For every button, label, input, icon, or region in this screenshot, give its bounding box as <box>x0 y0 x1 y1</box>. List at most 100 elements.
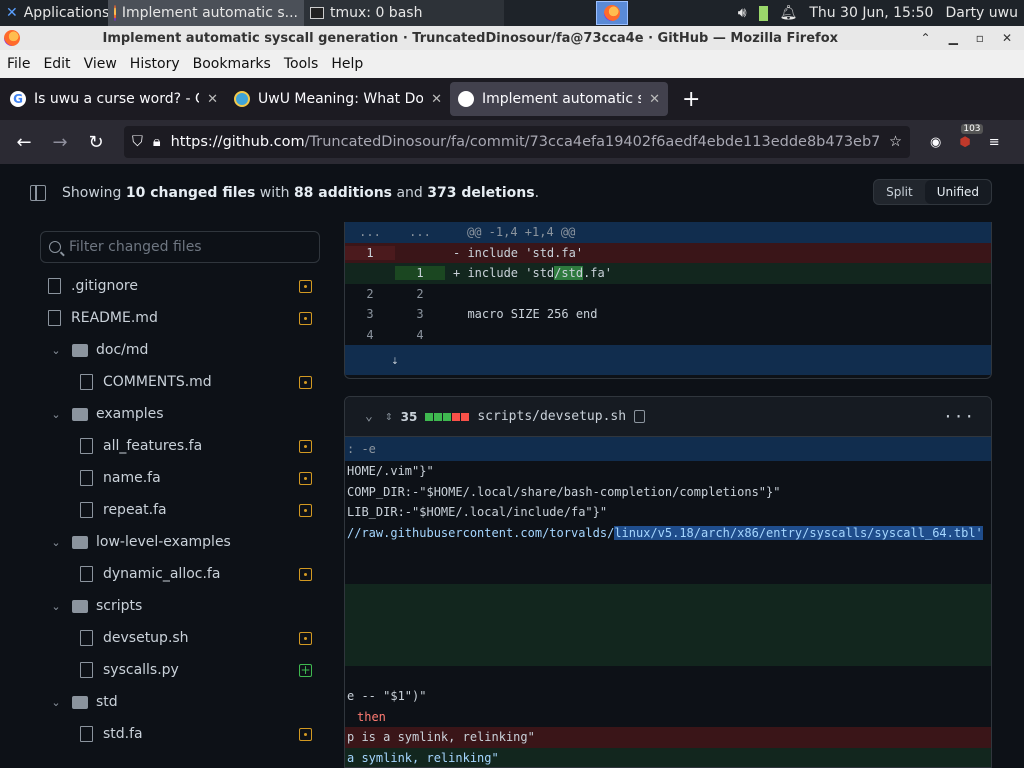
shade-window-icon[interactable]: ⌃ <box>921 31 931 45</box>
tree-file[interactable]: devsetup.sh <box>40 622 320 654</box>
copy-icon[interactable] <box>634 410 646 423</box>
forward-arrow-icon[interactable]: → <box>42 132 78 153</box>
new-line-number[interactable]: 4 <box>395 328 445 342</box>
tree-item-label: low-level-examples <box>96 534 231 550</box>
menu-file[interactable]: File <box>0 56 36 72</box>
bookmark-star-icon[interactable]: ☆ <box>889 134 902 150</box>
maximize-window-icon[interactable]: ▫ <box>976 31 984 45</box>
taskbar-window-firefox[interactable]: Implement automatic s... <box>108 0 304 26</box>
filter-placeholder: Filter changed files <box>69 239 202 255</box>
url-bar[interactable]: ⛉ 🔒︎ https://github.com/TruncatedDinosou… <box>124 126 910 158</box>
chevron-down-icon: ⌄ <box>51 343 61 357</box>
tab-label: Implement automatic sys <box>482 91 641 107</box>
split-view-button[interactable]: Split <box>874 180 925 204</box>
tree-folder[interactable]: ⌄ scripts <box>40 590 320 622</box>
tree-file[interactable]: std.fa <box>40 718 320 750</box>
chevron-down-icon[interactable]: ⌄ <box>365 409 373 424</box>
minimize-window-icon[interactable]: ▁ <box>949 31 958 45</box>
new-line-number[interactable]: 2 <box>395 287 445 301</box>
tab-uwu-meaning[interactable]: UwU Meaning: What Doe ✕ <box>226 82 450 116</box>
tab-uwu-curse-word[interactable]: G Is uwu a curse word? - Go ✕ <box>2 82 226 116</box>
hunk-header: ... ... @@ -1,4 +1,4 @@ <box>345 222 991 243</box>
applications-menu[interactable]: ✕ Applications <box>0 0 108 26</box>
menu-view[interactable]: View <box>77 56 123 72</box>
back-arrow-icon[interactable]: ← <box>6 132 42 153</box>
url-text[interactable]: https://github.com/TruncatedDinosour/fa/… <box>171 134 879 150</box>
modified-file-icon <box>299 311 312 325</box>
old-line-number[interactable]: 3 <box>345 307 395 321</box>
chevron-down-icon: ⌄ <box>51 407 61 421</box>
old-line-number[interactable]: 1 <box>345 245 395 260</box>
extension-badge-count: 103 <box>961 123 983 134</box>
tab-label: UwU Meaning: What Doe <box>258 91 424 107</box>
lock-icon[interactable]: 🔒︎ <box>153 134 161 150</box>
new-tab-button[interactable]: + <box>668 87 700 112</box>
diff-line-context: 4 4 <box>345 325 991 346</box>
tree-file[interactable]: COMMENTS.md <box>40 366 320 398</box>
close-tab-icon[interactable]: ✕ <box>649 92 660 107</box>
filter-files-input[interactable]: Filter changed files <box>40 231 320 263</box>
firefox-icon <box>603 5 620 21</box>
tree-file[interactable]: .gitignore <box>40 270 320 302</box>
expand-down-icon[interactable]: ⇣ <box>345 353 445 367</box>
code-line: : -e <box>345 437 991 461</box>
new-line-number[interactable]: 3 <box>395 307 445 321</box>
new-line-number[interactable]: 1 <box>395 266 445 281</box>
tree-file[interactable]: syscalls.py + <box>40 654 320 686</box>
taskbar-window-terminal[interactable]: tmux: 0 bash <box>304 0 504 26</box>
menu-help[interactable]: Help <box>324 56 369 72</box>
user-menu[interactable]: Darty uwu <box>945 5 1018 21</box>
modified-file-icon <box>299 279 312 293</box>
old-line-number[interactable]: 2 <box>345 287 395 301</box>
workspace-switcher[interactable] <box>595 1 628 25</box>
file-icon <box>48 310 61 326</box>
tree-file[interactable]: README.md <box>40 302 320 334</box>
expand-down-button[interactable]: ... <box>395 225 445 239</box>
folder-icon <box>72 343 88 357</box>
code-text: HOME/.vim"}" <box>347 464 434 479</box>
unified-view-button[interactable]: Unified <box>924 180 991 204</box>
selected-text: linux/v5.18/arch/x86/entry/syscalls/sysc… <box>614 525 983 540</box>
old-line-number[interactable]: 4 <box>345 328 395 342</box>
expand-up-button[interactable]: ... <box>345 225 395 239</box>
menu-edit[interactable]: Edit <box>36 56 76 72</box>
hamburger-menu-icon[interactable]: ≡ <box>989 135 1000 150</box>
google-favicon-icon: G <box>10 91 26 107</box>
menu-history[interactable]: History <box>123 56 186 72</box>
tree-folder[interactable]: ⌄ doc/md <box>40 334 320 366</box>
reload-icon[interactable]: ↻ <box>78 132 114 153</box>
close-tab-icon[interactable]: ✕ <box>431 92 442 107</box>
diff-line-added: 1 + include 'std/std.fa' <box>345 263 991 284</box>
file-name[interactable]: scripts/devsetup.sh <box>477 409 626 424</box>
tree-file[interactable]: repeat.fa <box>40 494 320 526</box>
diff-line-deleted: 1 - include 'std.fa' <box>345 242 991 263</box>
hunk-text: @@ -1,4 +1,4 @@ <box>467 225 576 240</box>
tree-file[interactable]: name.fa <box>40 462 320 494</box>
file-icon <box>80 374 93 390</box>
extension-ublock-icon[interactable]: ⬢ 103 <box>959 123 983 150</box>
code-text: p is a symlink, relinking" <box>347 730 535 745</box>
expand-all-icon[interactable]: ⇕ <box>385 409 393 424</box>
modified-file-icon <box>299 375 312 389</box>
tab-github-commit[interactable]: Implement automatic sys ✕ <box>450 82 668 116</box>
diffstat-bar <box>425 412 470 421</box>
tree-folder[interactable]: ⌄ low-level-examples <box>40 526 320 558</box>
battery-icon[interactable] <box>758 5 768 21</box>
tree-folder[interactable]: ⌄ examples <box>40 398 320 430</box>
notification-bell-icon[interactable]: 🔔︎ <box>780 5 798 21</box>
more-options-icon[interactable]: ··· <box>943 407 975 426</box>
code-text: LIB_DIR:-"$HOME/.local/include/fa"}" <box>347 505 608 520</box>
extension-glasses-icon[interactable]: ◉ <box>930 135 941 150</box>
volume-icon[interactable]: 🔊︎ <box>738 5 747 21</box>
menu-tools[interactable]: Tools <box>277 56 325 72</box>
shield-icon[interactable]: ⛉ <box>132 134 143 150</box>
tree-folder[interactable]: ⌄ std <box>40 686 320 718</box>
clock[interactable]: Thu 30 Jun, 15:50 <box>809 5 933 21</box>
tree-file[interactable]: all_features.fa <box>40 430 320 462</box>
close-tab-icon[interactable]: ✕ <box>207 92 218 107</box>
menu-bookmarks[interactable]: Bookmarks <box>186 56 277 72</box>
close-window-icon[interactable]: ✕ <box>1002 31 1012 45</box>
tree-file[interactable]: dynamic_alloc.fa <box>40 558 320 590</box>
sidebar-toggle-icon[interactable] <box>30 185 46 201</box>
